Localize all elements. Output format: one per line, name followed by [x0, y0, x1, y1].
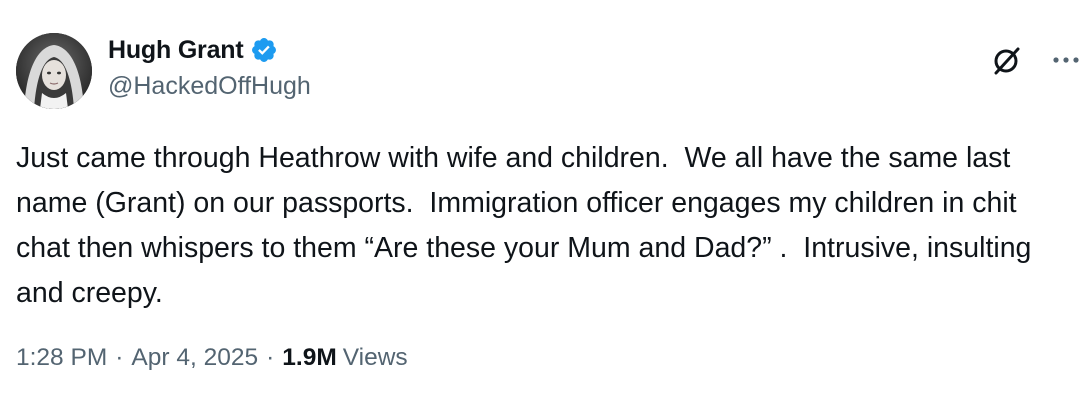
grok-slash-icon: [994, 47, 1020, 75]
tweet-time[interactable]: 1:28 PM: [16, 344, 107, 372]
meta-separator: ·: [115, 344, 124, 371]
more-options-button[interactable]: [1046, 40, 1086, 80]
author-handle[interactable]: @HackedOffHugh: [108, 72, 311, 101]
more-horizontal-icon: [1053, 57, 1079, 63]
tweet-card: Hugh Grant @HackedOffHugh Just came thro…: [0, 0, 1092, 401]
meta-separator: ·: [266, 344, 275, 371]
views-label[interactable]: Views: [343, 344, 408, 372]
author-display-name[interactable]: Hugh Grant: [108, 36, 244, 65]
author-name-row: Hugh Grant: [108, 33, 278, 67]
tweet-date[interactable]: Apr 4, 2025: [131, 344, 258, 372]
profile-photo-icon: [16, 33, 92, 109]
tweet-meta: 1:28 PM · Apr 4, 2025 · 1.9M Views: [16, 344, 408, 372]
tweet-text: Just came through Heathrow with wife and…: [16, 142, 1040, 309]
verified-badge-icon[interactable]: [250, 36, 278, 64]
grok-button[interactable]: [986, 40, 1026, 80]
avatar[interactable]: [16, 33, 92, 109]
views-count[interactable]: 1.9M: [282, 344, 336, 372]
